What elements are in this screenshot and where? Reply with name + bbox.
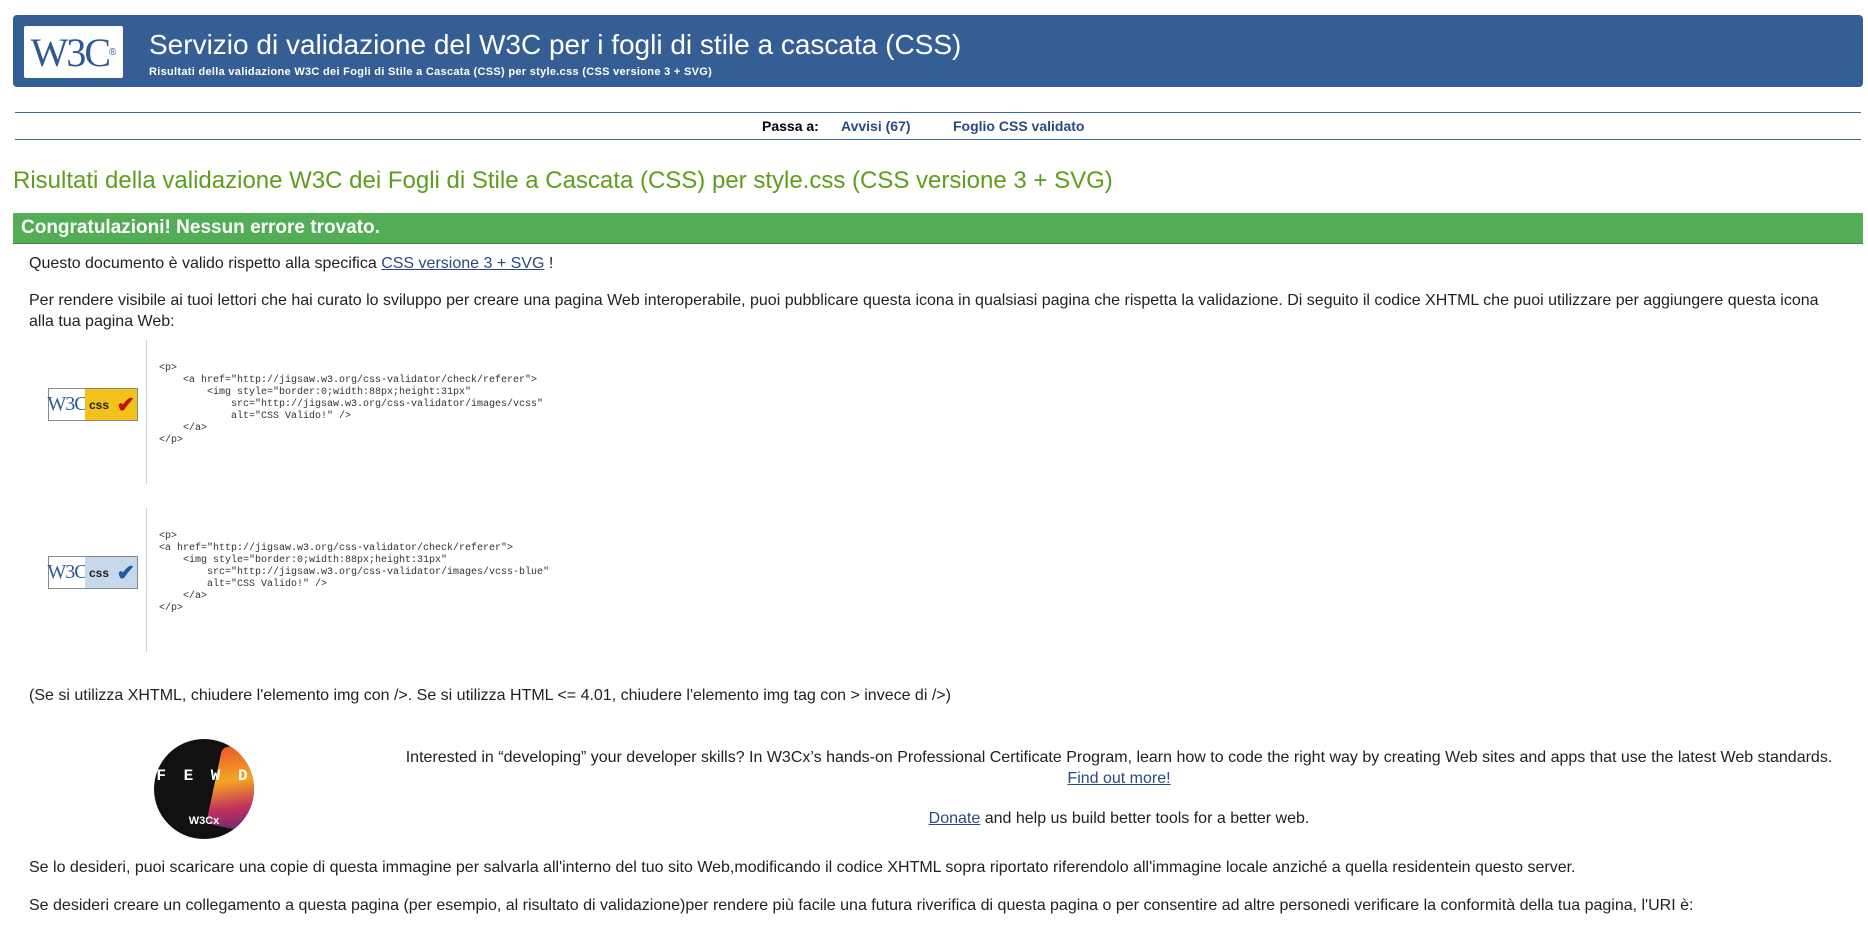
w3c-logo-text: W3C (30, 29, 111, 75)
valid-css-badge-gold[interactable]: W3C css ✔ (47, 388, 138, 421)
header-banner: W3C ® Servizio di validazione del W3C per… (13, 15, 1863, 87)
banner-title: Servizio di validazione del W3C per i fo… (149, 29, 962, 60)
badge-css-panel: css ✔ (85, 389, 137, 420)
registered-mark-icon: ® (109, 46, 117, 58)
badge-css-panel: css ✔ (85, 557, 137, 588)
donate-text: and help us build better tools for a bet… (980, 810, 1310, 827)
jump-link-warnings[interactable]: Avvisi (67) (841, 118, 911, 134)
jump-link-valid-css[interactable]: Foglio CSS validato (953, 118, 1084, 134)
download-paragraph: Se lo desideri, puoi scaricare una copie… (29, 859, 1576, 876)
badge-intro-paragraph: Per rendere visibile ai tuoi lettori che… (29, 292, 1819, 330)
css-spec-link[interactable]: CSS versione 3 + SVG (381, 255, 544, 272)
valid-css-badge-blue[interactable]: W3C css ✔ (47, 556, 138, 589)
badge-code-snippet: <p> <a href="http://jigsaw.w3.org/css-va… (159, 531, 550, 614)
badge-block-blue: W3C css ✔ <p> <a href="http://jigsaw.w3.o… (29, 508, 549, 652)
congrats-banner: Congratulazioni! Nessun errore trovato. (13, 213, 1863, 244)
valid-paragraph: Questo documento è valido rispetto alla … (29, 253, 553, 274)
badge-css-text: css (89, 565, 110, 580)
valid-text-after: ! (544, 255, 554, 272)
jump-label: Passa a: (762, 118, 819, 134)
badge-w3c-text: W3C (47, 393, 87, 415)
donate-link[interactable]: Donate (929, 810, 981, 827)
find-out-more-link[interactable]: Find out more! (1067, 770, 1170, 787)
banner-subtitle: Risultati della validazione W3C dei Fogl… (149, 66, 713, 78)
promo-text: Interested in “developing” your develope… (405, 749, 1833, 766)
promo-paragraph: Interested in “developing” your develope… (404, 747, 1834, 789)
checkmark-icon: ✔ (116, 560, 135, 585)
code-divider (146, 508, 147, 652)
badge-w3c-text: W3C (47, 561, 87, 583)
valid-text-before: Questo documento è valido rispetto alla … (29, 255, 382, 272)
badge-block-gold: W3C css ✔ <p> <a href="http://jigsaw.w3.o… (29, 340, 543, 484)
logo-letters: F E W D (156, 767, 252, 785)
checkmark-icon: ✔ (116, 392, 135, 417)
badge-code-snippet: <p> <a href="http://jigsaw.w3.org/css-va… (159, 363, 544, 446)
code-divider (146, 340, 147, 484)
w3c-logo[interactable]: W3C ® (24, 26, 123, 78)
logo-brand: W3Cx (188, 815, 220, 827)
results-title: Risultati della validazione W3C dei Fogl… (13, 167, 1113, 194)
jump-bar: Passa a: Avvisi (67) Foglio CSS validato (15, 112, 1861, 140)
w3cx-front-end-developer-logo[interactable]: F E W D W3Cx (154, 739, 254, 839)
donate-line: Donate and help us build better tools fo… (404, 810, 1834, 828)
xhtml-note-paragraph: (Se si utilizza XHTML, chiudere l'elemen… (29, 687, 951, 704)
badge-css-text: css (89, 397, 110, 412)
link-uri-paragraph: Se desideri creare un collegamento a que… (29, 897, 1694, 914)
